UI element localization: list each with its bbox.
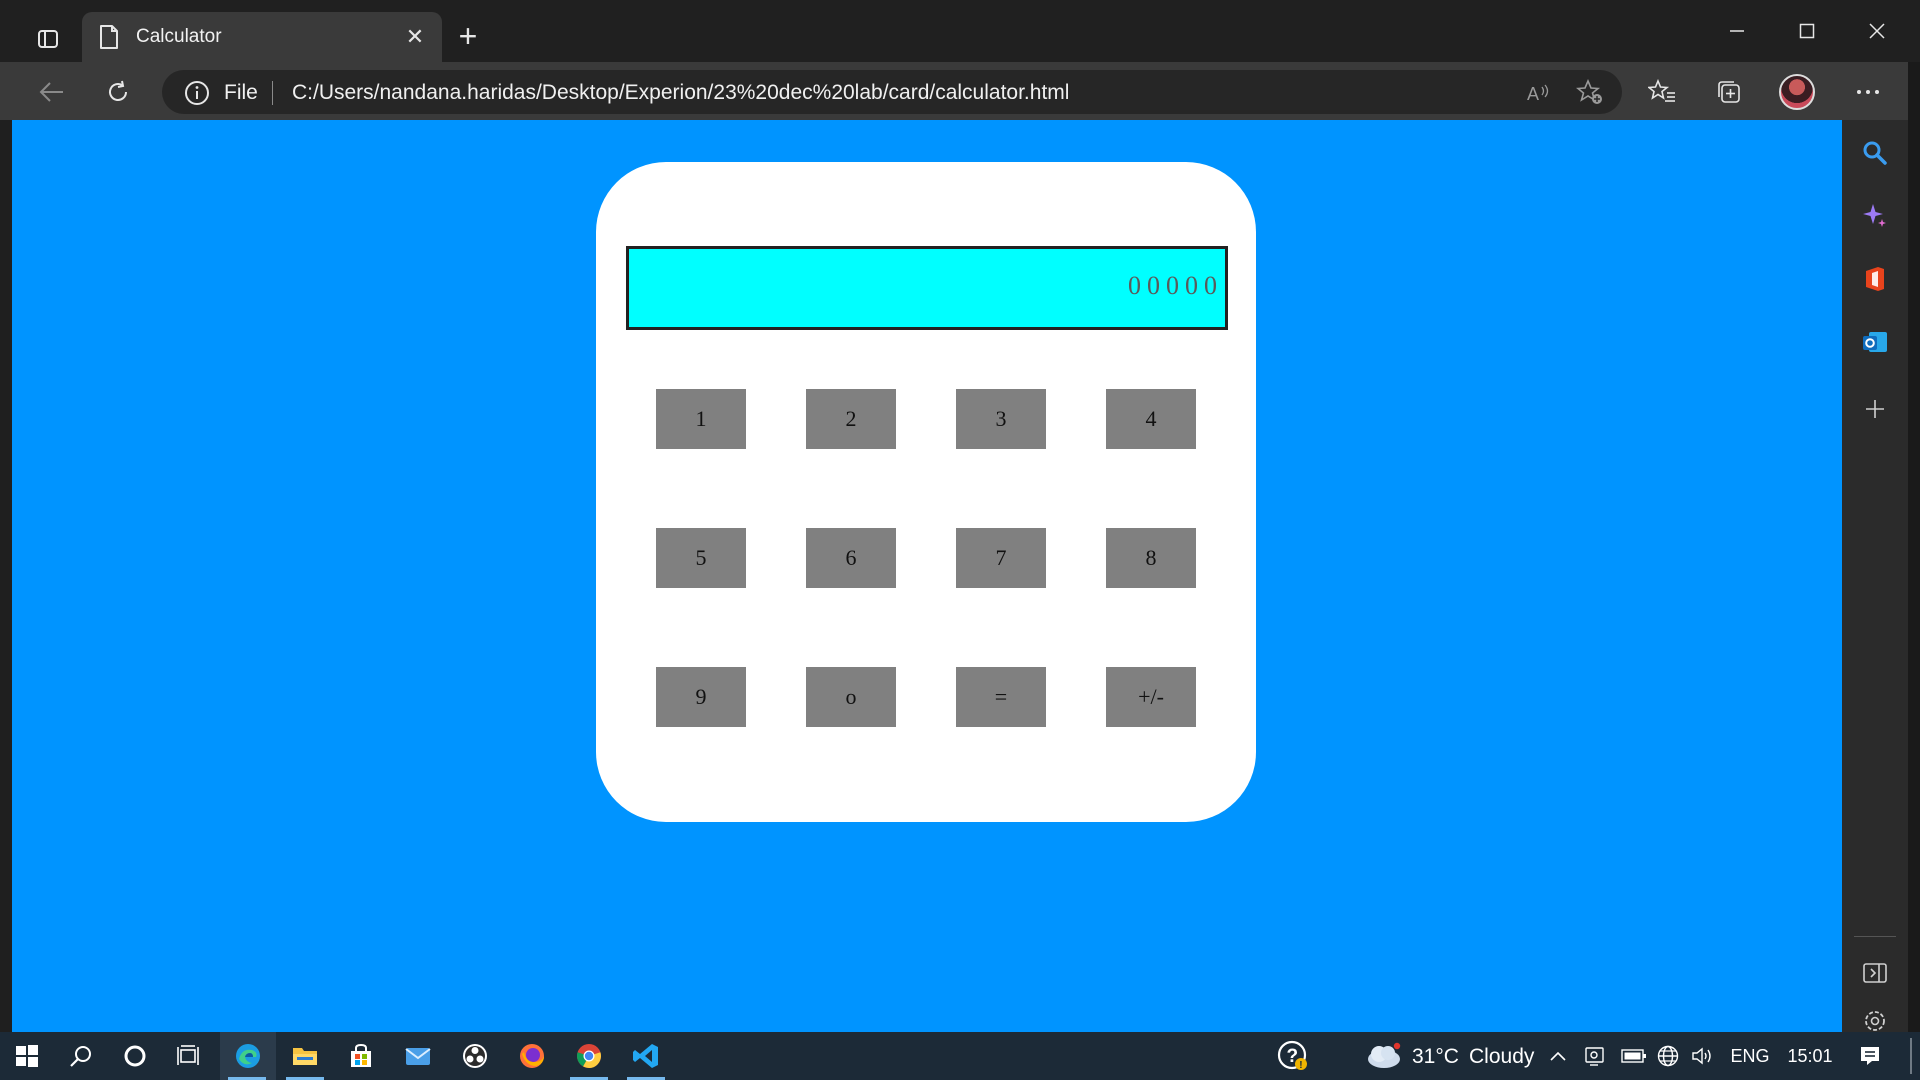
edge-icon[interactable] xyxy=(220,1032,276,1080)
key-7[interactable]: 7 xyxy=(956,528,1046,588)
key-3[interactable]: 3 xyxy=(956,389,1046,449)
file-explorer-icon[interactable] xyxy=(278,1032,332,1080)
address-separator xyxy=(272,81,273,105)
refresh-icon[interactable] xyxy=(96,70,140,114)
cortana-icon[interactable] xyxy=(108,1032,162,1080)
maximize-icon[interactable] xyxy=(1785,14,1829,48)
window-edge xyxy=(1908,62,1920,1032)
info-icon[interactable] xyxy=(184,80,210,106)
network-globe-icon[interactable] xyxy=(1654,1042,1682,1070)
new-tab-icon[interactable]: + xyxy=(452,18,484,54)
tab-title: Calculator xyxy=(136,26,222,47)
meet-now-icon[interactable] xyxy=(1582,1042,1610,1070)
page-content: 00000 1 2 3 4 5 6 7 8 9 o = +/- xyxy=(12,120,1842,1032)
calculator-card: 00000 1 2 3 4 5 6 7 8 9 o = +/- xyxy=(596,162,1256,822)
cloud-icon xyxy=(1368,1042,1401,1068)
store-icon[interactable] xyxy=(334,1032,388,1080)
screen: Calculator ✕ + File C:/Users/nandana.har… xyxy=(0,0,1920,1080)
more-menu-icon[interactable] xyxy=(1846,70,1890,114)
key-plus-minus[interactable]: +/- xyxy=(1106,667,1196,727)
svg-text:A: A xyxy=(1527,84,1539,104)
search-icon[interactable] xyxy=(1858,136,1892,170)
profile-avatar[interactable] xyxy=(1775,70,1819,114)
edge-sidebar xyxy=(1842,120,1908,1032)
collections-icon[interactable] xyxy=(1707,70,1751,114)
key-2[interactable]: 2 xyxy=(806,389,896,449)
volume-icon[interactable] xyxy=(1688,1042,1716,1070)
firefox-icon[interactable] xyxy=(505,1032,559,1080)
key-4[interactable]: 4 xyxy=(1106,389,1196,449)
notifications-icon[interactable] xyxy=(1854,1042,1886,1070)
clock[interactable]: 15:01 xyxy=(1784,1042,1836,1070)
key-8[interactable]: 8 xyxy=(1106,528,1196,588)
svg-text:!: ! xyxy=(1299,1060,1302,1071)
taskbar: ?! 31°C Cloudy ENG 15:01 xyxy=(0,1032,1920,1080)
key-6[interactable]: 6 xyxy=(806,528,896,588)
back-icon[interactable] xyxy=(30,70,74,114)
favorites-icon[interactable] xyxy=(1640,70,1684,114)
key-equals[interactable]: = xyxy=(956,667,1046,727)
tab-actions-icon[interactable] xyxy=(28,22,68,56)
read-aloud-icon[interactable]: A xyxy=(1522,78,1554,108)
office-icon[interactable] xyxy=(1858,262,1892,296)
calculator-display: 00000 xyxy=(626,246,1228,330)
avatar xyxy=(1779,74,1815,110)
address-bar[interactable]: File C:/Users/nandana.haridas/Desktop/Ex… xyxy=(162,70,1622,114)
show-desktop-button[interactable] xyxy=(1910,1038,1912,1074)
key-0[interactable]: o xyxy=(806,667,896,727)
copilot-icon[interactable] xyxy=(1858,199,1892,233)
obs-icon[interactable] xyxy=(448,1032,502,1080)
add-favorite-icon[interactable] xyxy=(1574,77,1606,109)
minimize-icon[interactable] xyxy=(1715,14,1759,48)
url-text[interactable]: C:/Users/nandana.haridas/Desktop/Experio… xyxy=(292,81,1069,105)
browser-toolbar: File C:/Users/nandana.haridas/Desktop/Ex… xyxy=(0,62,1920,120)
show-hidden-icons-icon[interactable] xyxy=(1546,1042,1570,1070)
vscode-icon[interactable] xyxy=(619,1032,673,1080)
tab-calculator[interactable]: Calculator ✕ xyxy=(82,12,442,62)
battery-icon[interactable] xyxy=(1620,1042,1648,1070)
key-9[interactable]: 9 xyxy=(656,667,746,727)
language-indicator[interactable]: ENG xyxy=(1730,1042,1770,1070)
close-window-icon[interactable] xyxy=(1855,14,1899,48)
task-view-icon[interactable] xyxy=(162,1032,216,1080)
close-tab-icon[interactable]: ✕ xyxy=(402,24,428,50)
key-1[interactable]: 1 xyxy=(656,389,746,449)
browser-titlebar: Calculator ✕ + xyxy=(0,0,1920,62)
settings-icon[interactable] xyxy=(1858,1010,1892,1032)
windows-start-icon[interactable] xyxy=(0,1032,54,1080)
chrome-icon[interactable] xyxy=(562,1032,616,1080)
key-5[interactable]: 5 xyxy=(656,528,746,588)
weather-temperature[interactable]: 31°C xyxy=(1412,1045,1459,1069)
help-icon[interactable]: ?! xyxy=(1266,1032,1320,1080)
outlook-icon[interactable] xyxy=(1858,325,1892,359)
mail-icon[interactable] xyxy=(391,1032,445,1080)
add-icon[interactable] xyxy=(1858,392,1892,426)
site-label: File xyxy=(224,81,258,104)
document-icon xyxy=(100,25,118,49)
hide-sidebar-icon[interactable] xyxy=(1858,956,1892,990)
taskbar-search-icon[interactable] xyxy=(54,1032,108,1080)
sidebar-divider xyxy=(1854,936,1896,937)
weather-condition[interactable]: Cloudy xyxy=(1469,1045,1534,1069)
display-value: 00000 xyxy=(1128,271,1223,300)
